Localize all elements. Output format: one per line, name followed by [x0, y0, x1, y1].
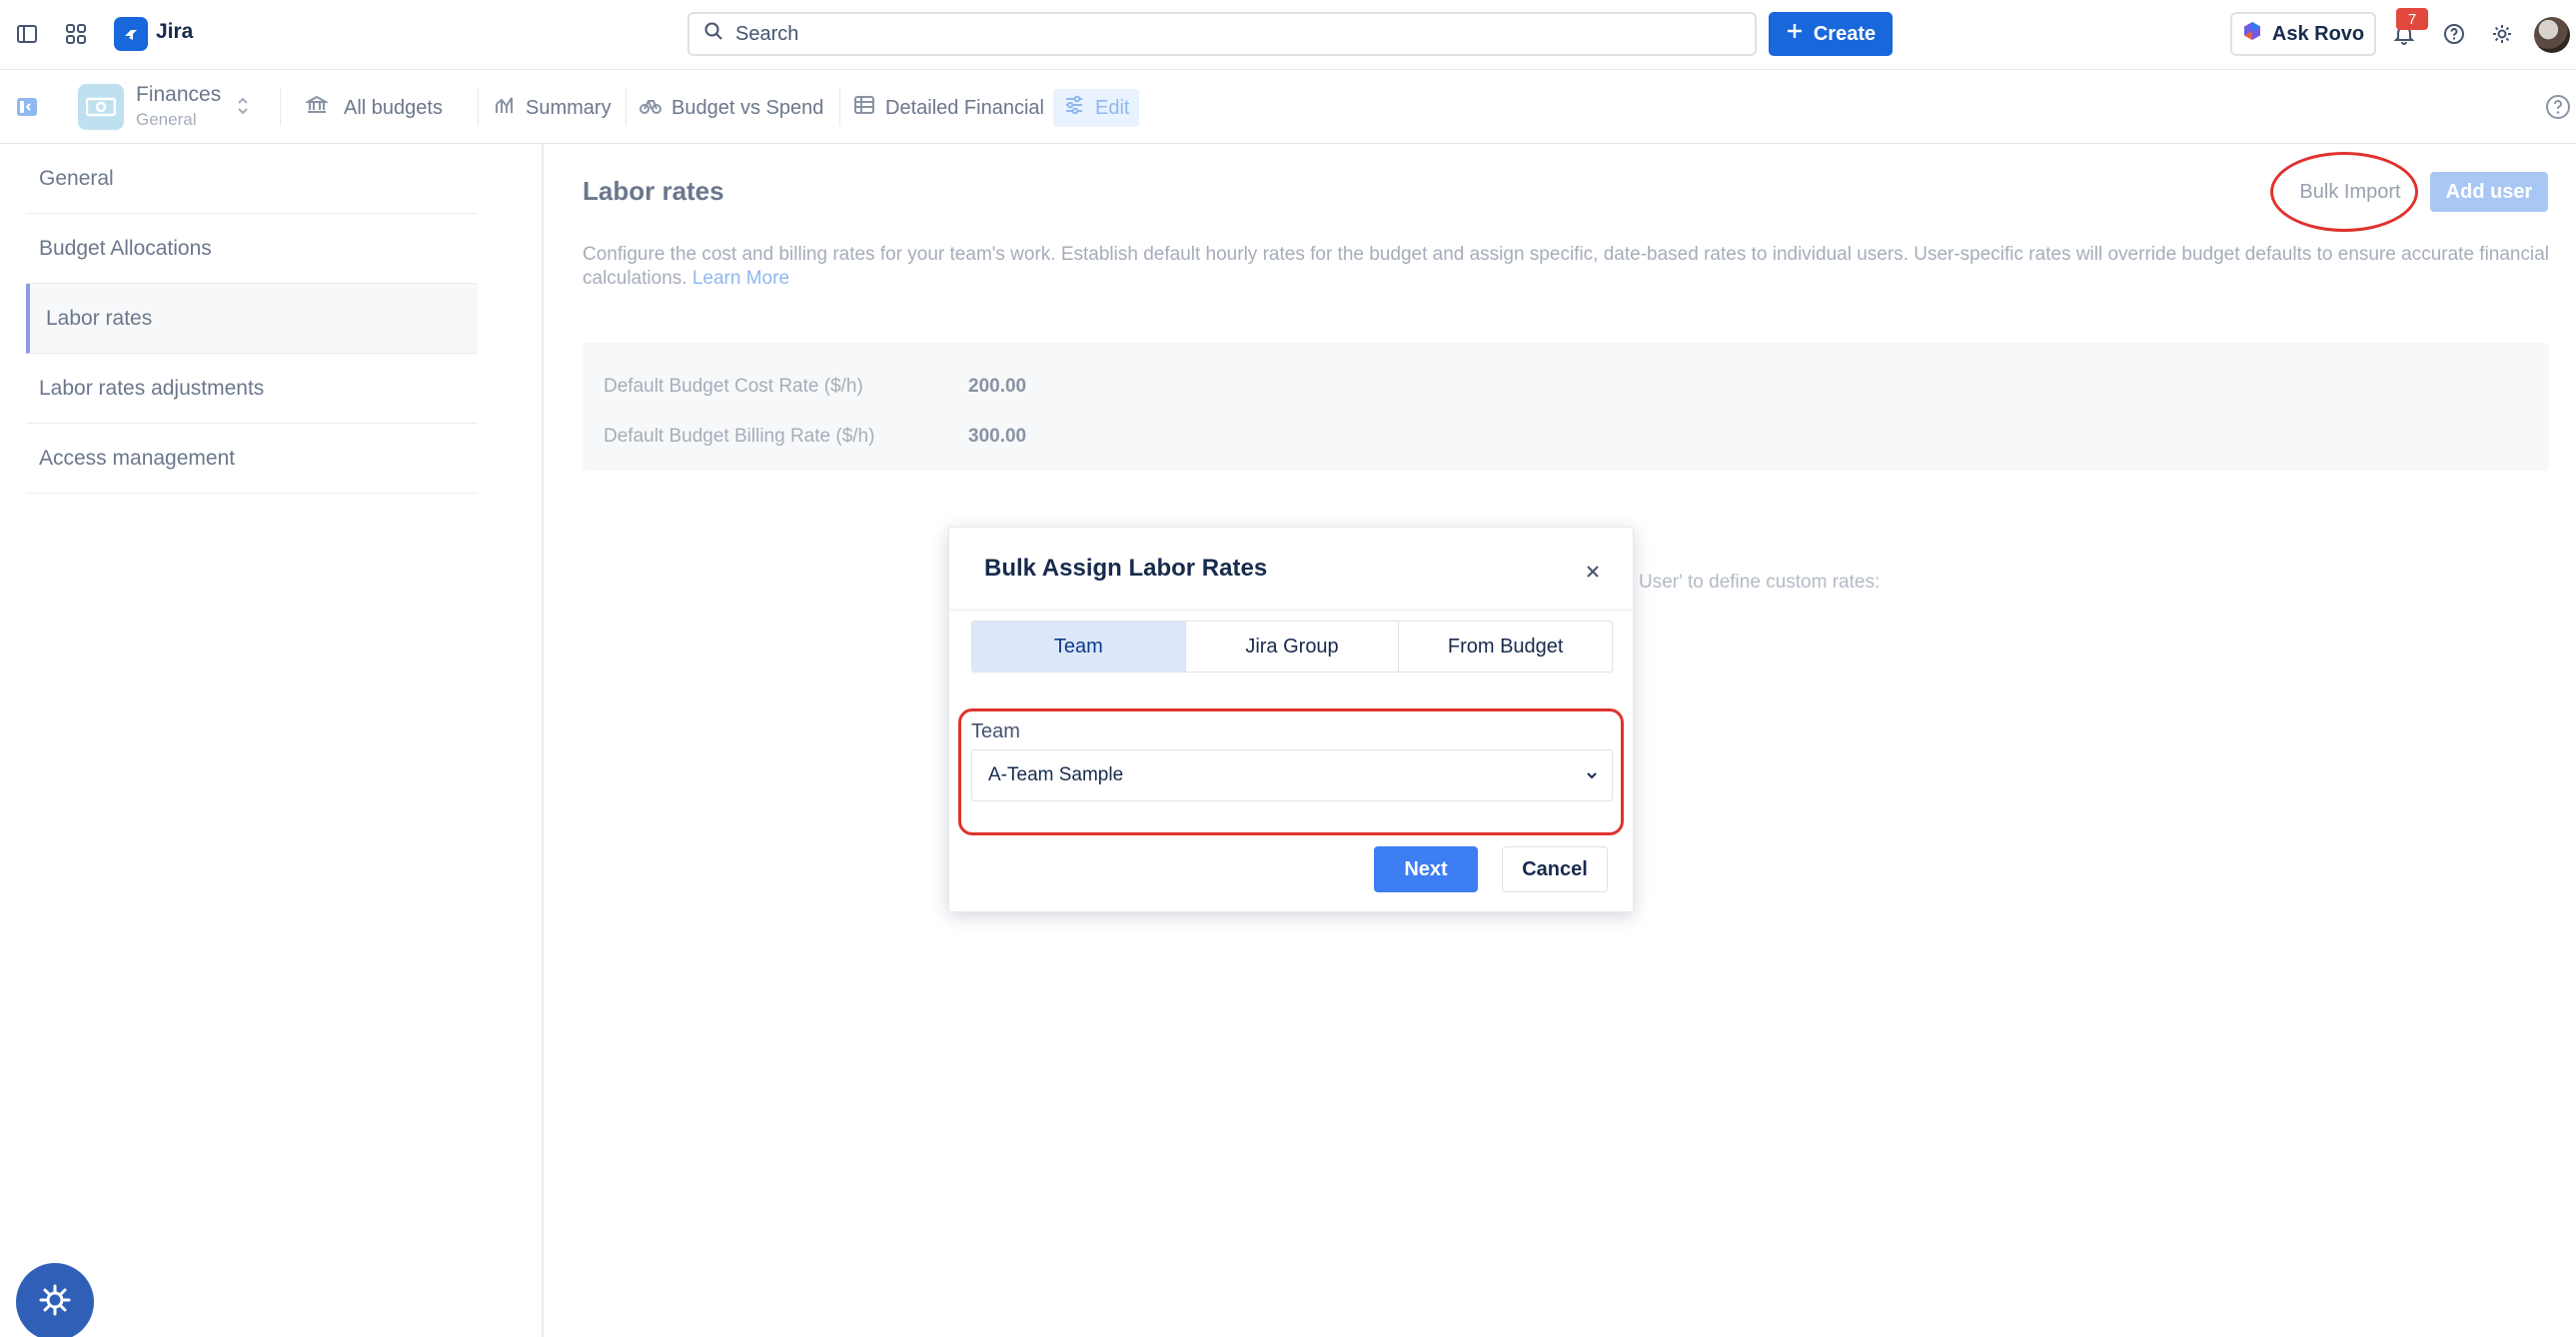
- user-avatar[interactable]: [2534, 17, 2570, 53]
- description-text: Configure the cost and billing rates for…: [583, 244, 2549, 289]
- tab-label: Budget vs Spend: [671, 96, 824, 119]
- sidebar-item-budget-allocations[interactable]: Budget Allocations: [26, 214, 478, 284]
- sidebar-item-general[interactable]: General: [26, 144, 478, 214]
- sidebar-item-label: Budget Allocations: [39, 236, 212, 260]
- divider: [839, 88, 840, 126]
- search-icon: [703, 21, 723, 47]
- tab-from-budget[interactable]: From Budget: [1399, 622, 1612, 671]
- table-icon: [853, 94, 875, 122]
- tab-summary[interactable]: Summary: [484, 89, 622, 127]
- tab-label: Detailed Financial: [885, 96, 1044, 119]
- page-description: Configure the cost and billing rates for…: [583, 243, 2551, 291]
- tab-all-budgets[interactable]: All budgets: [296, 89, 453, 127]
- search-bar[interactable]: [687, 12, 1757, 56]
- divider: [949, 610, 1633, 611]
- default-rates-panel: Default Budget Cost Rate ($/h) 200.00 De…: [583, 343, 2549, 471]
- divider: [478, 88, 479, 126]
- sidebar-toggle-icon[interactable]: [7, 14, 47, 54]
- tab-label: Summary: [526, 96, 612, 119]
- settings-sidebar: General Budget Allocations Labor rates L…: [0, 144, 544, 1337]
- sidebar-item-label: Access management: [39, 446, 236, 470]
- cancel-button[interactable]: Cancel: [1502, 846, 1608, 892]
- tab-budget-vs-spend[interactable]: Budget vs Spend: [630, 89, 833, 127]
- next-button[interactable]: Next: [1374, 846, 1478, 892]
- learn-more-link[interactable]: Learn More: [692, 268, 789, 289]
- sidebar-item-label: Labor rates adjustments: [39, 376, 265, 400]
- sidebar-item-label: General: [39, 166, 114, 190]
- sidebar-item-label: Labor rates: [46, 306, 153, 330]
- source-tabs: Team Jira Group From Budget: [971, 621, 1613, 672]
- tab-jira-group[interactable]: Jira Group: [1186, 622, 1400, 671]
- search-input[interactable]: [735, 22, 1635, 46]
- add-user-button[interactable]: Add user: [2430, 172, 2548, 212]
- sidebar-item-labor-rates[interactable]: Labor rates: [26, 284, 478, 354]
- bulk-assign-modal: Bulk Assign Labor Rates Team Jira Group …: [948, 527, 1634, 912]
- chart-icon: [494, 94, 516, 122]
- bank-icon: [304, 94, 330, 122]
- ask-rovo-label: Ask Rovo: [2271, 22, 2365, 45]
- divider: [626, 88, 627, 126]
- sparkle-icon: [38, 1283, 72, 1322]
- tab-label: All budgets: [344, 96, 443, 119]
- help-icon[interactable]: [2434, 14, 2474, 54]
- project-name[interactable]: Finances: [136, 83, 221, 107]
- create-button-label: Create: [1813, 22, 1877, 45]
- tab-team[interactable]: Team: [972, 622, 1186, 671]
- jira-logo-icon[interactable]: [114, 17, 148, 51]
- tab-label: Edit: [1095, 96, 1130, 119]
- ask-rovo-button[interactable]: Ask Rovo: [2230, 12, 2376, 56]
- modal-title: Bulk Assign Labor Rates: [984, 555, 1268, 582]
- close-icon[interactable]: [1579, 558, 1607, 586]
- help-circle-icon[interactable]: [2538, 87, 2576, 127]
- project-money-icon[interactable]: [78, 84, 124, 130]
- empty-state-hint: User' to define custom rates:: [1639, 572, 1881, 593]
- project-switcher-chevron-icon[interactable]: [236, 94, 250, 123]
- cost-rate-value: 200.00: [968, 376, 1027, 397]
- notification-badge: 7: [2396, 8, 2428, 30]
- billing-rate-value: 300.00: [968, 426, 1027, 447]
- highlight-annotation: [958, 708, 1624, 835]
- project-navigation: Finances General All budgets Summary Bud…: [0, 70, 2576, 144]
- sidebar-item-access-management[interactable]: Access management: [26, 424, 478, 494]
- project-subtitle: General: [136, 110, 197, 129]
- app-name[interactable]: Jira: [156, 20, 193, 44]
- create-button[interactable]: Create: [1769, 12, 1893, 56]
- sliders-icon: [1063, 94, 1085, 122]
- plus-icon: [1786, 22, 1804, 46]
- tab-edit[interactable]: Edit: [1053, 89, 1140, 127]
- top-navigation: Jira Create Ask Rovo 7: [0, 0, 2576, 70]
- panel-toggle-icon[interactable]: [7, 87, 47, 127]
- rovo-icon: [2242, 21, 2262, 47]
- assistant-fab-button[interactable]: [16, 1263, 94, 1337]
- bike-icon: [640, 94, 661, 122]
- page-title: Labor rates: [583, 176, 724, 206]
- divider: [280, 88, 281, 126]
- cost-rate-label: Default Budget Cost Rate ($/h): [604, 376, 863, 397]
- billing-rate-label: Default Budget Billing Rate ($/h): [604, 426, 875, 447]
- app-switcher-icon[interactable]: [56, 14, 96, 54]
- sidebar-item-labor-rates-adjustments[interactable]: Labor rates adjustments: [26, 354, 478, 424]
- highlight-annotation: [2270, 152, 2418, 232]
- tab-detailed-financial[interactable]: Detailed Financial: [843, 89, 1054, 127]
- settings-gear-icon[interactable]: [2482, 14, 2522, 54]
